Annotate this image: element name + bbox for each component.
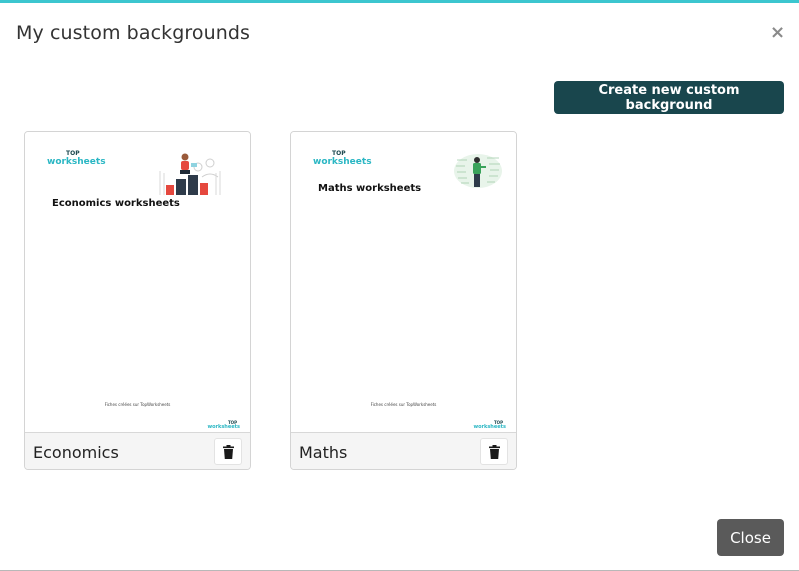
background-card-economics: TOP worksheets Economics worksheets Fich…: [24, 131, 251, 470]
logo-main-text: worksheets: [47, 157, 106, 167]
delete-background-button[interactable]: [214, 438, 242, 465]
card-name: Maths: [299, 443, 348, 462]
card-name: Economics: [33, 443, 119, 462]
mini-logo-main-text: worksheets: [207, 424, 240, 430]
delete-background-button[interactable]: [480, 438, 508, 465]
logo-main-text: worksheets: [313, 157, 372, 167]
background-preview[interactable]: TOP worksheets Maths worksheets Fiches c…: [291, 132, 516, 433]
topworksheets-mini-logo: TOP worksheets: [207, 421, 240, 430]
economics-illustration: [159, 153, 221, 195]
create-custom-background-button[interactable]: Create new custom background: [554, 81, 784, 114]
topworksheets-logo: TOP worksheets: [313, 151, 372, 167]
card-footer: Maths: [291, 433, 516, 469]
close-button[interactable]: Close: [717, 519, 784, 556]
maths-illustration: [454, 154, 502, 188]
close-icon[interactable]: ×: [770, 22, 785, 44]
topworksheets-logo: TOP worksheets: [47, 151, 106, 167]
sheet-footnote: Fiches créées sur TopWorksheets: [104, 402, 171, 407]
background-preview[interactable]: TOP worksheets Economics worksheets Fich…: [25, 132, 250, 433]
trash-icon: [489, 445, 500, 459]
trash-icon: [223, 445, 234, 459]
sheet-title: Economics worksheets: [52, 198, 180, 209]
card-footer: Economics: [25, 433, 250, 469]
mini-logo-main-text: worksheets: [473, 424, 506, 430]
topworksheets-mini-logo: TOP worksheets: [473, 421, 506, 430]
background-card-maths: TOP worksheets Maths worksheets Fiches c…: [290, 131, 517, 470]
custom-backgrounds-modal: My custom backgrounds × Create new custo…: [0, 0, 799, 571]
modal-header: My custom backgrounds ×: [0, 3, 799, 65]
modal-title: My custom backgrounds: [16, 22, 251, 44]
sheet-footnote: Fiches créées sur TopWorksheets: [370, 402, 437, 407]
sheet-title: Maths worksheets: [318, 183, 422, 194]
